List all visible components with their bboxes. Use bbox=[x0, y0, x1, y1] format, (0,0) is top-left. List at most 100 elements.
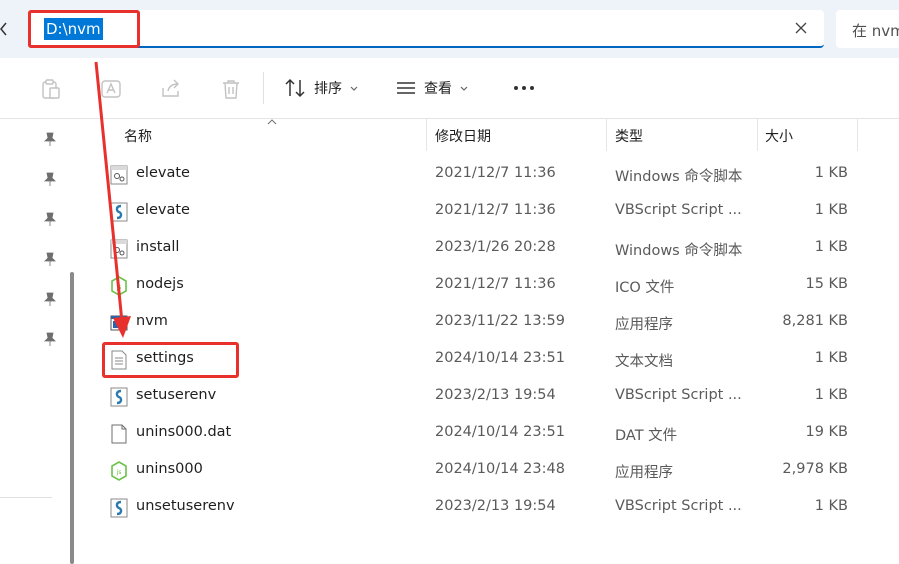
file-name: elevate bbox=[136, 165, 190, 181]
file-name: setuserenv bbox=[136, 387, 217, 403]
file-row[interactable]: nvm 2023/11/22 13:59 应用程序 8,281 KB bbox=[86, 304, 899, 341]
pin-icon[interactable] bbox=[44, 172, 56, 186]
rename-icon[interactable] bbox=[100, 78, 122, 100]
chevron-down-icon bbox=[460, 86, 468, 91]
file-list: 名称 修改日期 类型 大小 elevate 2021/12/7 11:36 Wi… bbox=[86, 119, 899, 564]
column-divider[interactable] bbox=[857, 119, 858, 151]
sort-label: 排序 bbox=[314, 81, 342, 97]
delete-icon[interactable] bbox=[220, 78, 242, 100]
address-bar[interactable]: D:\nvm bbox=[28, 10, 824, 48]
file-row[interactable]: elevate 2021/12/7 11:36 VBScript Script … bbox=[86, 193, 899, 230]
close-icon[interactable] bbox=[794, 21, 808, 35]
file-row[interactable]: settings 2024/10/14 23:51 文本文档 1 KB bbox=[86, 341, 899, 378]
svg-text:js: js bbox=[116, 469, 122, 476]
file-type: VBScript Script ... bbox=[615, 202, 742, 218]
vbscript-file-icon bbox=[110, 387, 128, 407]
pin-icon[interactable] bbox=[44, 252, 56, 266]
file-size: 2,978 KB bbox=[782, 461, 848, 477]
file-type: 文本文档 bbox=[615, 354, 673, 370]
column-divider[interactable] bbox=[426, 119, 427, 151]
blank-file-icon bbox=[111, 424, 127, 444]
file-type: Windows 命令脚本 bbox=[615, 169, 743, 185]
search-input[interactable]: 在 nvm bbox=[836, 10, 899, 48]
file-date: 2024/10/14 23:51 bbox=[435, 350, 565, 366]
more-options-icon[interactable] bbox=[512, 80, 536, 96]
chevron-down-icon bbox=[350, 86, 358, 91]
application-icon bbox=[110, 315, 128, 331]
toolbar: 排序 查看 bbox=[0, 58, 899, 119]
file-row[interactable]: install 2023/1/26 20:28 Windows 命令脚本 1 K… bbox=[86, 230, 899, 267]
file-type: 应用程序 bbox=[615, 317, 673, 333]
file-size: 1 KB bbox=[814, 202, 848, 218]
file-type: 应用程序 bbox=[615, 465, 673, 481]
sort-ascending-icon bbox=[267, 119, 277, 125]
file-name: elevate bbox=[136, 202, 190, 218]
vbscript-file-icon bbox=[110, 498, 128, 518]
column-size[interactable]: 大小 bbox=[765, 126, 793, 146]
node-icon: js bbox=[111, 461, 127, 481]
file-date: 2023/1/26 20:28 bbox=[435, 239, 556, 255]
file-date: 2023/11/22 13:59 bbox=[435, 313, 565, 329]
file-type: VBScript Script ... bbox=[615, 498, 742, 514]
file-date: 2023/2/13 19:54 bbox=[435, 498, 556, 514]
pin-icon[interactable] bbox=[44, 132, 56, 146]
chevron-left-icon[interactable] bbox=[0, 22, 8, 36]
file-name: unins000 bbox=[136, 461, 203, 477]
file-date: 2021/12/7 11:36 bbox=[435, 202, 556, 218]
file-date: 2021/12/7 11:36 bbox=[435, 165, 556, 181]
file-date: 2023/2/13 19:54 bbox=[435, 387, 556, 403]
batch-file-icon bbox=[110, 239, 128, 259]
file-date: 2021/12/7 11:36 bbox=[435, 276, 556, 292]
file-name: nvm bbox=[136, 313, 168, 329]
file-size: 15 KB bbox=[805, 276, 848, 292]
toolbar-divider bbox=[263, 72, 264, 104]
column-divider[interactable] bbox=[606, 119, 607, 151]
sort-icon bbox=[285, 78, 305, 98]
address-path[interactable]: D:\nvm bbox=[44, 18, 103, 40]
share-icon[interactable] bbox=[160, 78, 182, 100]
search-placeholder: 在 nvm bbox=[852, 22, 899, 40]
column-divider[interactable] bbox=[757, 119, 758, 151]
file-row[interactable]: js nodejs 2021/12/7 11:36 ICO 文件 15 KB bbox=[86, 267, 899, 304]
text-file-icon bbox=[111, 350, 127, 370]
file-size: 8,281 KB bbox=[782, 313, 848, 329]
pin-icon[interactable] bbox=[44, 212, 56, 226]
file-name: install bbox=[136, 239, 180, 255]
file-row[interactable]: elevate 2021/12/7 11:36 Windows 命令脚本 1 K… bbox=[86, 156, 899, 193]
nav-scrollbar[interactable] bbox=[70, 272, 74, 564]
file-name: nodejs bbox=[136, 276, 184, 292]
svg-text:js: js bbox=[116, 284, 122, 291]
address-bar-row: D:\nvm 在 nvm bbox=[0, 0, 899, 58]
file-size: 1 KB bbox=[814, 350, 848, 366]
file-size: 1 KB bbox=[814, 498, 848, 514]
file-name: settings bbox=[136, 350, 194, 366]
file-size: 1 KB bbox=[814, 165, 848, 181]
vbscript-file-icon bbox=[110, 202, 128, 222]
file-type: VBScript Script ... bbox=[615, 387, 742, 403]
file-type: ICO 文件 bbox=[615, 280, 675, 296]
batch-file-icon bbox=[110, 165, 128, 185]
file-size: 1 KB bbox=[814, 387, 848, 403]
column-name[interactable]: 名称 bbox=[124, 126, 152, 146]
file-type: Windows 命令脚本 bbox=[615, 243, 743, 259]
file-name: unsetuserenv bbox=[136, 498, 235, 514]
view-label: 查看 bbox=[424, 81, 452, 97]
paste-icon[interactable] bbox=[40, 78, 62, 100]
column-date[interactable]: 修改日期 bbox=[435, 126, 491, 146]
file-row[interactable]: setuserenv 2023/2/13 19:54 VBScript Scri… bbox=[86, 378, 899, 415]
pin-icon[interactable] bbox=[44, 292, 56, 306]
pin-icon[interactable] bbox=[44, 332, 56, 346]
column-type[interactable]: 类型 bbox=[615, 126, 643, 146]
file-name: unins000.dat bbox=[136, 424, 232, 440]
file-row[interactable]: unsetuserenv 2023/2/13 19:54 VBScript Sc… bbox=[86, 489, 899, 526]
file-size: 1 KB bbox=[814, 239, 848, 255]
sort-button[interactable]: 排序 bbox=[284, 72, 358, 104]
nav-divider bbox=[0, 497, 52, 498]
view-list-icon bbox=[397, 82, 415, 94]
column-header: 名称 修改日期 类型 大小 bbox=[86, 119, 899, 151]
file-size: 19 KB bbox=[805, 424, 848, 440]
file-date: 2024/10/14 23:51 bbox=[435, 424, 565, 440]
view-button[interactable]: 查看 bbox=[396, 72, 468, 104]
file-row[interactable]: unins000.dat 2024/10/14 23:51 DAT 文件 19 … bbox=[86, 415, 899, 452]
file-row[interactable]: js unins000 2024/10/14 23:48 应用程序 2,978 … bbox=[86, 452, 899, 489]
